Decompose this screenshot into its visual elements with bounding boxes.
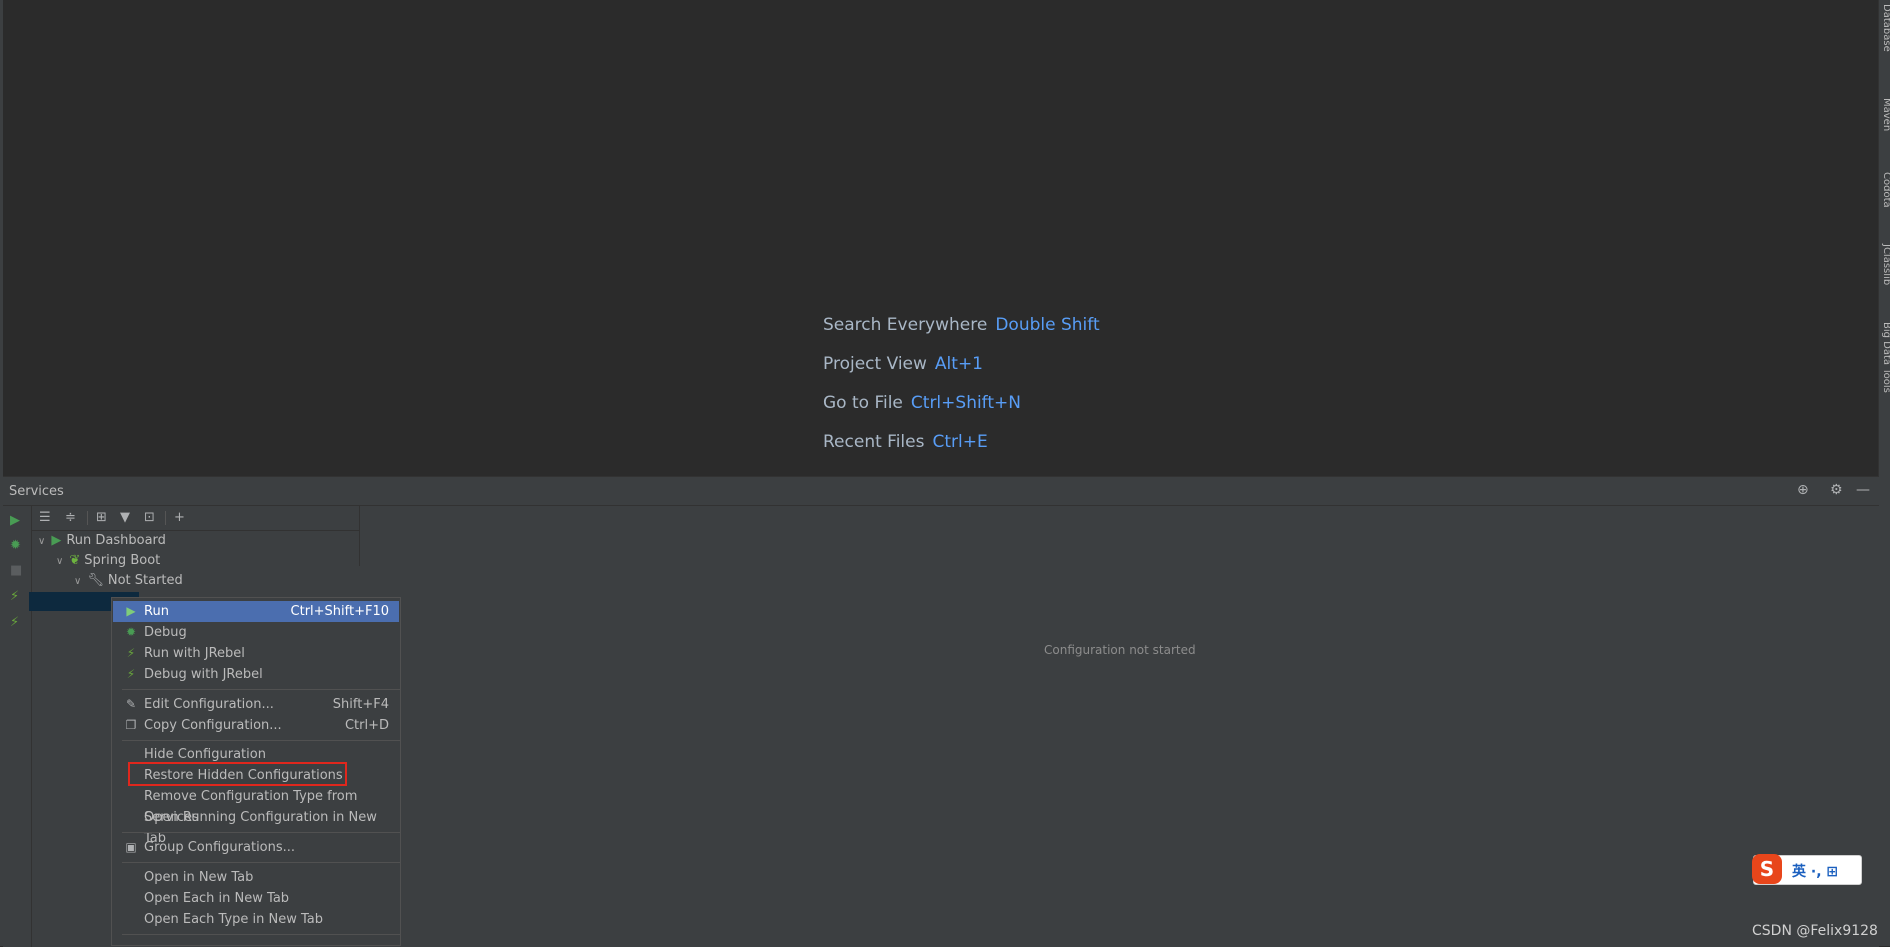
tree-node-spring-boot[interactable]: ∨ ❦ Spring Boot [56,551,160,571]
menu-separator [122,689,400,690]
jrebel-run-icon: ⚡ [126,646,136,660]
chevron-down-icon[interactable]: ∨ [56,556,63,567]
chevron-down-icon[interactable]: ∨ [38,536,45,547]
right-tool-stripe: Database Maven Codota JClasslib Big Data… [1878,0,1890,946]
chevron-down-icon[interactable]: ∨ [74,576,81,587]
hint-shortcut: Double Shift [995,315,1100,335]
menu-separator [122,740,400,741]
jrebel-debug-icon[interactable]: ⚡ [10,615,19,630]
run-icon: ▶ [51,533,62,548]
add-service-icon[interactable]: + [174,510,185,525]
hint-label: Search Everywhere [823,315,988,335]
group-icon: ▣ [125,840,137,854]
spring-leaf-icon: ❦ [69,553,81,568]
services-tree-toolbar: ☰ ≑ ⊞ ▼ ⊡ + [32,506,359,531]
new-group-icon[interactable]: ⊡ [144,510,155,525]
tree-node-label: Run Dashboard [66,533,166,548]
tool-window-jclasslib[interactable]: JClasslib [1881,244,1890,285]
gear-icon[interactable]: ⚙ [1830,482,1843,498]
menu-item-open-each-in-new-tab[interactable]: Open Each in New Tab [113,888,399,909]
tool-window-codota[interactable]: Codota [1881,172,1890,208]
editor-empty-area: Search Everywhere Double Shift Project Vi… [3,0,1879,476]
annotation-highlight-box [128,762,347,786]
expand-all-icon[interactable]: ☰ [39,510,51,525]
sogou-logo-icon: S [1752,854,1782,884]
menu-item-open-in-new-tab[interactable]: Open in New Tab [113,867,399,888]
menu-item-debug[interactable]: ✹ Debug [113,622,399,643]
play-icon: ▶ [126,604,136,618]
menu-separator [122,934,400,935]
bug-icon: ✹ [125,625,137,639]
menu-item-open-each-type-in-new-tab[interactable]: Open Each Type in New Tab [113,909,399,930]
pencil-icon: ✎ [125,697,137,711]
ime-status-text: 英 ·, ⊞ [1792,864,1839,880]
group-by-icon[interactable]: ⊞ [96,510,107,525]
debug-icon[interactable]: ✹ [10,538,21,553]
menu-item-label: Run [144,604,169,619]
menu-item-label: Open in New Tab [144,870,254,885]
run-icon[interactable]: ▶ [10,513,20,528]
tool-window-big-data-tools[interactable]: Big Data Tools [1881,322,1890,393]
stop-icon[interactable]: ■ [10,563,22,578]
tree-divider [359,506,360,566]
services-header: Services ⊕ ⚙ — [3,477,1879,506]
toolbar-separator [165,511,166,525]
services-left-toolbar: ▶ ✹ ■ ⚡ ⚡ [3,506,32,947]
jrebel-debug-icon: ⚡ [126,667,136,681]
hint-shortcut: Ctrl+Shift+N [910,393,1021,413]
menu-item-label: Open Each in New Tab [144,891,290,906]
hint-search-everywhere: Search Everywhere Double Shift [823,315,1100,335]
hint-project-view: Project View Alt+1 [823,354,983,374]
hint-label: Go to File [823,393,903,413]
tool-window-database[interactable]: Database [1881,4,1890,52]
jrebel-run-icon[interactable]: ⚡ [10,589,19,604]
services-title: Services [9,484,64,499]
menu-separator [122,832,400,833]
hint-label: Project View [823,354,927,374]
hint-shortcut: Ctrl+E [932,432,988,452]
menu-item-copy-configuration[interactable]: ❐ Copy Configuration... Ctrl+D [113,715,399,736]
ime-toolbar[interactable]: S 英 ·, ⊞ [1752,854,1862,885]
menu-item-shortcut: Shift+F4 [332,697,389,712]
filter-icon[interactable]: ▼ [120,510,130,525]
configuration-status-message: Configuration not started [1044,643,1196,657]
menu-item-label: Edit Configuration... [144,697,274,712]
hint-go-to-file: Go to File Ctrl+Shift+N [823,393,1021,413]
hint-recent-files: Recent Files Ctrl+E [823,432,988,452]
menu-item-debug-with-jrebel[interactable]: ⚡ Debug with JRebel [113,664,399,685]
menu-item-run-with-jrebel[interactable]: ⚡ Run with JRebel [113,643,399,664]
hint-label: Recent Files [823,432,925,452]
tree-node-label: Spring Boot [84,553,161,568]
menu-item-shortcut: Ctrl+D [344,718,389,733]
collapse-all-icon[interactable]: ≑ [65,510,76,525]
menu-item-label: Debug with JRebel [144,667,263,682]
toolbar-separator [87,511,88,525]
menu-separator [122,862,400,863]
menu-item-label: Group Configurations... [144,840,296,855]
copy-icon: ❐ [125,718,137,732]
hint-shortcut: Alt+1 [934,354,983,374]
menu-item-group-configurations[interactable]: ▣ Group Configurations... [113,837,399,858]
menu-item-run[interactable]: ▶ Run Ctrl+Shift+F10 [113,601,399,622]
menu-item-shortcut: Ctrl+Shift+F10 [290,604,389,619]
watermark: CSDN @Felix9128 [1752,923,1878,939]
minimize-icon[interactable]: — [1856,482,1870,498]
tree-node-label: Not Started [107,573,183,588]
menu-item-open-running-configuration[interactable]: Open Running Configuration in New Tab [113,807,399,846]
tree-node-run-dashboard[interactable]: ∨ ▶ Run Dashboard [38,531,166,551]
menu-item-label: Copy Configuration... [144,718,282,733]
menu-item-edit-configuration[interactable]: ✎ Edit Configuration... Shift+F4 [113,694,399,715]
menu-item-label: Open Each Type in New Tab [144,912,324,927]
tree-node-not-started[interactable]: ∨ 🔧︎ Not Started [74,571,183,591]
menu-item-remove-configuration-type[interactable]: Remove Configuration Type from Services [113,786,399,825]
wrench-icon: 🔧︎ [87,573,104,588]
target-icon[interactable]: ⊕ [1797,482,1809,498]
tool-window-maven[interactable]: Maven [1881,98,1890,131]
menu-item-label: Debug [144,625,187,640]
menu-item-label: Run with JRebel [144,646,245,661]
